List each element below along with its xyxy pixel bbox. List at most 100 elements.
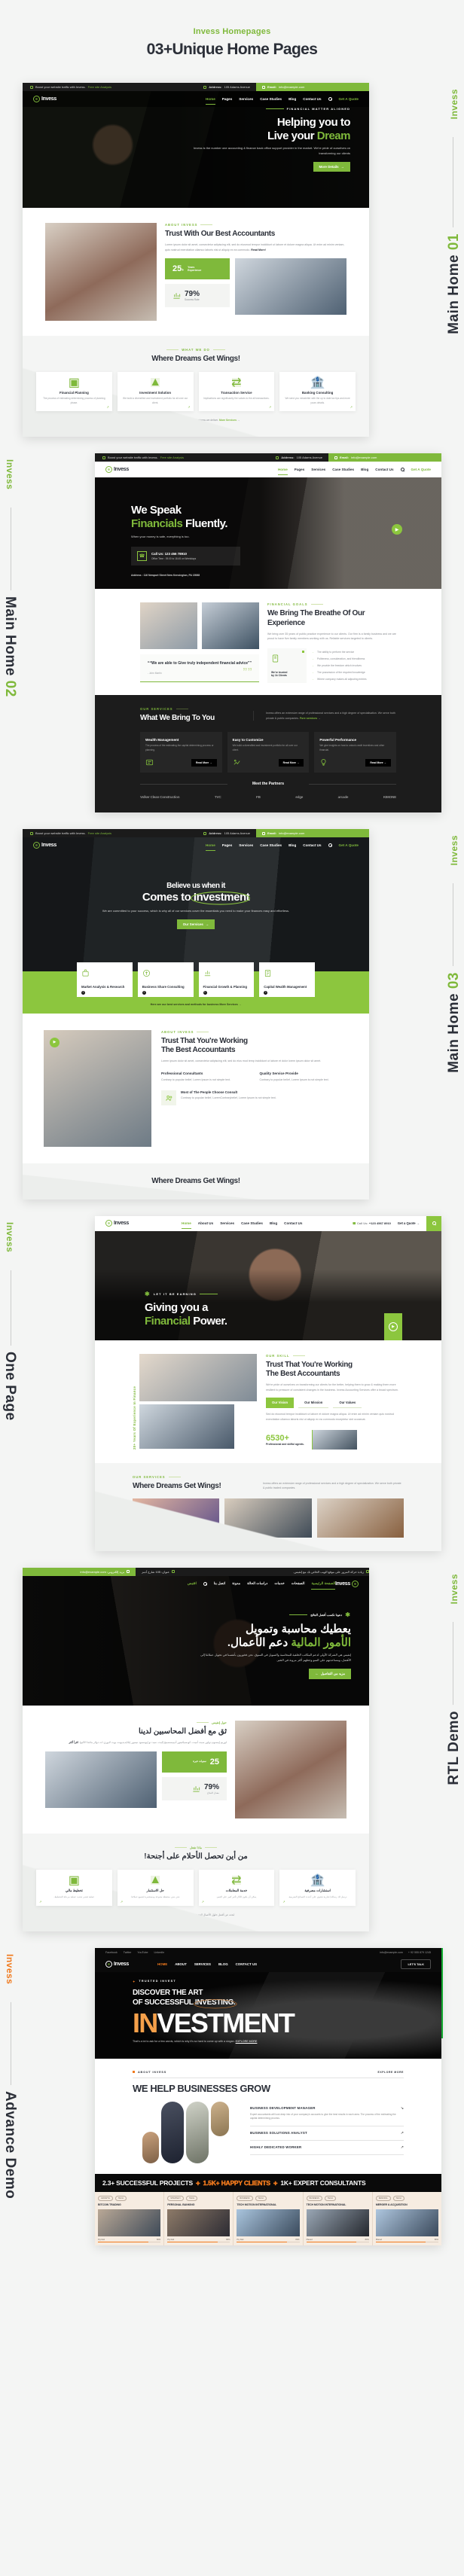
nav-items[interactable]: Home About Us Services Case Studies Blog… xyxy=(182,1221,302,1230)
project-card[interactable]: BUSINESS TECH TECH MOTION INTERNATIONAL P… xyxy=(234,2191,304,2246)
project-card[interactable]: BUSINESS TECH TECH MOTION INTERNATIONAL P… xyxy=(304,2191,373,2246)
nav-call-us[interactable]: ☎ Call Us: +123 4567 8910 xyxy=(353,1221,391,1225)
nav-items[interactable]: Home Pages Services Case Studies Blog Co… xyxy=(277,468,431,476)
demo-frame-02[interactable]: Boost your website traffic with Invess. F… xyxy=(95,453,441,813)
social-twitter[interactable]: Twitter xyxy=(124,1951,132,1954)
demo-frame-rtl[interactable]: زيادة حركة المرور على موقع الويب الخاص ب… xyxy=(23,1567,369,1931)
nav-item-about[interactable]: About Us xyxy=(198,1221,213,1225)
nav-item-services[interactable]: Services xyxy=(239,843,253,847)
project-card[interactable]: BANKING TECH MERGER & ACQUISITION Planed 8… xyxy=(373,2192,441,2246)
nav-item-home[interactable]: HOME xyxy=(157,1962,167,1966)
tab-our-mission[interactable]: Our Mission xyxy=(298,1398,329,1409)
service-card[interactable]: 🏦 استشارات مصرفية نرسل لك رسالة إخبارية تح… xyxy=(279,1870,356,1906)
social-links[interactable]: Facebook Twitter YouTube LinkedIn xyxy=(105,1951,164,1954)
nav-items[interactable]: Home Pages Services Case Studies Blog Co… xyxy=(205,97,359,105)
get-a-quote-button[interactable]: Get A Quote xyxy=(339,97,359,101)
nav-item-contact[interactable]: Contact Us xyxy=(303,97,321,101)
feature-card[interactable]: Business Share Consulting + xyxy=(137,962,194,997)
our-services-button[interactable]: Our Services → xyxy=(176,919,215,929)
demo-frame-advance[interactable]: New* Facebook Twitter YouTube LinkedIn i… xyxy=(95,1947,443,2246)
service-card[interactable]: ⇄ خدمة المعاملات يمكن أن يكون للآثار تأثير… xyxy=(198,1870,275,1906)
read-more-button[interactable]: Read More → xyxy=(278,758,304,767)
call-us-box[interactable]: ☎ Call Us: 123 456 78910 Office Time : 0… xyxy=(131,546,240,566)
nav-item-contact[interactable]: Contact Us xyxy=(303,843,321,847)
about-tabs[interactable]: Our Vision Our Mission Our Values xyxy=(266,1398,404,1409)
service-photo[interactable] xyxy=(224,1498,312,1538)
contact-email[interactable]: info@example.com xyxy=(380,1951,403,1954)
service-card[interactable]: 🏦 Banking Consulting We send you newslette… xyxy=(279,372,356,412)
search-icon[interactable] xyxy=(328,843,332,848)
about-accordion[interactable]: BUSINESS DEVELOPMENT MANAGER Expert accou… xyxy=(250,2102,404,2163)
get-a-quote-button[interactable]: Get A Quote xyxy=(339,843,359,847)
nav-item-services[interactable]: Services xyxy=(220,1221,234,1225)
plus-icon[interactable]: + xyxy=(264,990,268,995)
service-card[interactable]: Wealth Management The process of the est… xyxy=(140,732,222,773)
play-button[interactable]: ▶ xyxy=(384,1312,402,1340)
topbar-email[interactable]: Email: info@example.com xyxy=(256,829,369,838)
tab-our-vision[interactable]: Our Vision xyxy=(266,1398,295,1409)
site-nav[interactable]: Invess Home Pages Services Case Studies … xyxy=(95,462,441,478)
nav-item-home[interactable]: الصفحة الرئيسية xyxy=(311,1581,335,1590)
lets-talk-button[interactable]: LET'S TALK xyxy=(401,1959,431,1970)
site-nav[interactable]: Invess Home Pages Services Case Studies … xyxy=(23,837,369,853)
nav-item-case-studies[interactable]: دراسات الحالة xyxy=(247,1581,267,1586)
feature-card[interactable]: Market Analysis & Research + xyxy=(77,962,133,997)
nav-item-pages[interactable]: Pages xyxy=(295,468,305,471)
nav-item-pages[interactable]: Pages xyxy=(222,97,233,101)
service-card[interactable]: ▲ Investment Solution We build a diversifi… xyxy=(117,372,194,412)
nav-item-services[interactable]: SERVICES xyxy=(194,1962,211,1966)
demo-frame-one-page[interactable]: Invess Home About Us Services Case Studi… xyxy=(95,1215,441,1551)
project-card[interactable]: STRATEGY TECH PERSONAL BANKING Pty Deli 80… xyxy=(164,2191,234,2246)
site-nav[interactable]: Invess الصفحة الرئيسية الصفحات خدمات درا… xyxy=(23,1576,369,1592)
service-card[interactable]: ⇄ Transaction Service Implications can sig… xyxy=(198,372,275,412)
search-icon[interactable] xyxy=(203,1581,207,1586)
read-more-button[interactable]: Read More → xyxy=(191,758,217,767)
nav-item-services[interactable]: Services xyxy=(311,468,325,471)
topbar-email[interactable]: Email: info@example.com xyxy=(256,83,369,91)
nav-item-case-studies[interactable]: Case Studies xyxy=(260,97,282,101)
social-linkedin[interactable]: LinkedIn xyxy=(154,1951,165,1954)
nav-item-case-studies[interactable]: Case Studies xyxy=(332,468,354,471)
get-a-quote-button[interactable]: Get a Quote → xyxy=(398,1221,420,1225)
service-card[interactable]: ▣ Financial Planning The process of estima… xyxy=(36,372,112,412)
nav-item-about[interactable]: ABOUT xyxy=(175,1962,187,1966)
logo[interactable]: Invess xyxy=(105,1220,129,1227)
nav-item-services[interactable]: Services xyxy=(239,97,253,101)
more-details-button[interactable]: مزيد من التفاصيل ← xyxy=(309,1668,351,1679)
service-card[interactable]: Easy to Customize We build a diversified… xyxy=(227,732,310,773)
accordion-item[interactable]: BUSINESS SOLUTIONS ANALYST ↗ xyxy=(250,2126,404,2142)
search-button[interactable] xyxy=(426,1215,441,1231)
search-icon[interactable] xyxy=(400,468,404,472)
logo[interactable]: Invess xyxy=(335,1580,359,1587)
service-card[interactable]: ▣ تخطيط مالي عملية تقدير تحديد عملية مرحلة… xyxy=(36,1870,112,1906)
logo[interactable]: Invess xyxy=(105,1961,129,1968)
nav-item-blog[interactable]: Blog xyxy=(361,468,368,471)
project-card[interactable]: GROWTH TECH BITCOIN TRADING Pty Deli 80% xyxy=(95,2191,165,2246)
nav-items[interactable]: HOME ABOUT SERVICES BLOG CONTACT US xyxy=(157,1962,257,1966)
social-youtube[interactable]: YouTube xyxy=(137,1951,148,1954)
tab-our-values[interactable]: Our Values xyxy=(333,1398,362,1409)
site-nav[interactable]: Invess Home Pages Services Case Studies … xyxy=(23,91,369,107)
explore-more-link[interactable]: EXPLORE MORE xyxy=(377,2071,404,2074)
feature-card[interactable]: Capital Wealth Management + xyxy=(259,962,315,997)
nav-item-blog[interactable]: BLOG xyxy=(218,1962,228,1966)
nav-item-blog[interactable]: Blog xyxy=(288,97,296,101)
nav-items[interactable]: الصفحة الرئيسية الصفحات خدمات دراسات الح… xyxy=(188,1581,335,1590)
demo-main-home-01[interactable]: Invess Main Home 01 Boost your website t… xyxy=(0,83,464,437)
get-a-quote-button[interactable]: اقتبس xyxy=(188,1581,197,1586)
demo-frame-03[interactable]: Boost your website traffic with Invess. F… xyxy=(23,829,369,1200)
topbar-email[interactable]: بريد إلكتروني: info@example.com xyxy=(23,1567,136,1576)
logo[interactable]: Invess xyxy=(33,842,56,849)
logo[interactable]: Invess xyxy=(33,96,56,102)
service-card[interactable]: ▲ حل الاستثمار نحن نبني محفظة متنوعة ومستث… xyxy=(117,1870,194,1906)
plus-icon[interactable]: + xyxy=(81,990,85,995)
nav-item-blog[interactable]: مدونة xyxy=(232,1581,240,1586)
demo-advance[interactable]: Invess Advance Demo New* Facebook Twitte… xyxy=(0,1947,464,2246)
advance-site[interactable]: Facebook Twitter YouTube LinkedIn info@e… xyxy=(95,1947,441,2246)
nav-item-contact[interactable]: Contact Us xyxy=(284,1221,302,1225)
nav-item-home[interactable]: Home xyxy=(277,468,288,476)
plus-icon[interactable]: + xyxy=(203,990,207,995)
accordion-item[interactable]: BUSINESS DEVELOPMENT MANAGER Expert accou… xyxy=(250,2102,404,2127)
search-icon[interactable] xyxy=(328,97,332,101)
nav-item-case-studies[interactable]: Case Studies xyxy=(260,843,282,847)
